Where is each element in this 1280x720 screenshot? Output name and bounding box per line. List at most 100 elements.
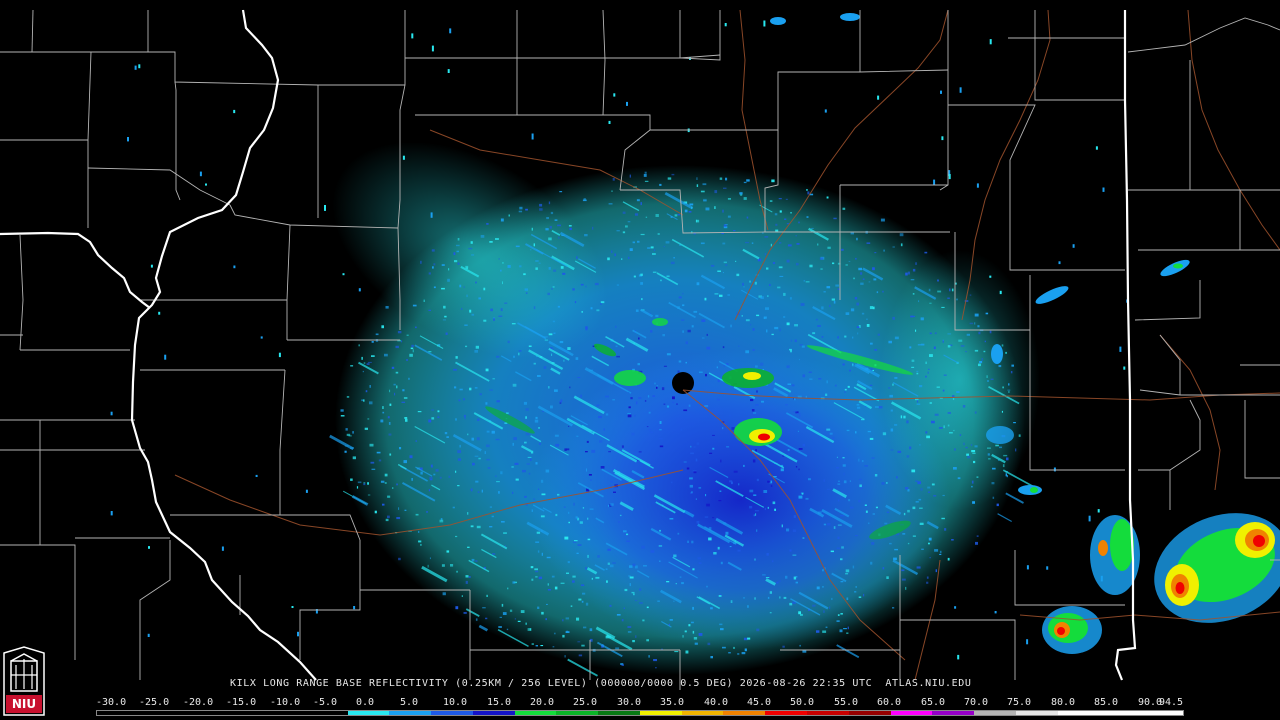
- echo-speck: [762, 574, 766, 576]
- clutter-speck: [824, 109, 827, 113]
- echo-speck: [644, 400, 647, 402]
- clutter-speck: [1123, 366, 1126, 370]
- echo-speck: [574, 540, 578, 542]
- echo-speck: [868, 281, 871, 283]
- echo-speck: [384, 473, 388, 477]
- echo-speck: [874, 252, 877, 254]
- clutter-speck: [1119, 346, 1122, 352]
- echo-speck: [389, 389, 391, 393]
- echo-speck: [574, 301, 577, 304]
- echo-speck: [941, 517, 945, 520]
- echo-speck: [643, 174, 647, 177]
- echo-speck: [1003, 454, 1008, 457]
- echo-speck: [916, 370, 919, 372]
- clutter-speck: [957, 654, 960, 660]
- echo-speck: [398, 557, 401, 561]
- echo-speck: [849, 506, 854, 509]
- echo-speck: [562, 619, 564, 622]
- echo-speck: [869, 437, 874, 440]
- echo-speck: [806, 189, 808, 191]
- echo-speck: [786, 259, 790, 263]
- echo-speck: [415, 326, 417, 329]
- echo-speck: [380, 480, 385, 483]
- echo-speck: [976, 476, 979, 478]
- echo-speck: [589, 508, 594, 510]
- scale-swatch: [222, 711, 265, 715]
- echo-speck: [987, 447, 991, 449]
- radar-map[interactable]: [0, 0, 1280, 720]
- echo-speck: [450, 564, 454, 567]
- echo-speck: [406, 334, 409, 336]
- echo-speck: [687, 329, 691, 333]
- echo-speck: [865, 510, 868, 513]
- echo-speck: [514, 462, 519, 465]
- echo-speck: [743, 197, 747, 200]
- echo-speck: [485, 368, 489, 372]
- echo-speck: [630, 397, 633, 400]
- echo-speck: [809, 378, 813, 380]
- echo-speck: [470, 525, 474, 528]
- echo-speck: [577, 641, 581, 643]
- echo-speck: [756, 478, 759, 482]
- echo-speck: [628, 575, 631, 577]
- echo-speck: [661, 648, 663, 650]
- echo-speck: [491, 430, 495, 434]
- echo-speck: [575, 516, 578, 519]
- echo-speck: [632, 563, 636, 567]
- echo-speck: [920, 488, 923, 491]
- echo-speck: [403, 397, 408, 399]
- echo-speck: [742, 282, 744, 286]
- echo-speck: [621, 664, 624, 666]
- echo-speck: [656, 386, 658, 389]
- echo-speck: [793, 411, 797, 413]
- echo-speck: [714, 206, 716, 209]
- echo-speck: [560, 266, 564, 269]
- echo-speck: [806, 216, 809, 218]
- echo-speck: [673, 257, 675, 259]
- echo-speck: [698, 562, 702, 564]
- echo-speck: [418, 540, 422, 543]
- color-scale-bar: [96, 710, 1184, 716]
- echo-speck: [385, 306, 389, 309]
- echo-speck: [872, 369, 874, 371]
- echo-speck: [669, 518, 674, 520]
- scale-swatch: [1141, 711, 1183, 715]
- echo-speck: [533, 306, 536, 310]
- scale-swatch: [431, 711, 473, 715]
- echo-speck: [717, 379, 720, 383]
- echo-speck: [854, 297, 858, 300]
- echo-speck: [928, 288, 931, 292]
- echo-speck: [855, 586, 857, 588]
- echo-speck: [429, 476, 433, 480]
- echo-speck: [841, 546, 844, 549]
- scale-swatch: [681, 711, 724, 715]
- echo-speck: [794, 324, 798, 327]
- echo-speck: [972, 452, 976, 454]
- echo-speck: [861, 460, 864, 463]
- clutter-speck: [164, 354, 167, 360]
- echo-speck: [437, 416, 440, 418]
- echo-speck: [882, 290, 884, 293]
- echo-speck: [683, 461, 687, 463]
- echo-speck: [486, 223, 489, 225]
- echo-speck: [775, 229, 779, 232]
- echo-speck: [523, 401, 527, 405]
- echo-speck: [889, 394, 893, 398]
- echo-speck: [673, 600, 675, 602]
- scale-swatch: [556, 711, 599, 715]
- echo-speck: [805, 281, 810, 283]
- echo-speck: [634, 414, 636, 417]
- echo-speck: [779, 596, 781, 599]
- echo-speck: [845, 264, 848, 266]
- echo-speck: [535, 267, 538, 270]
- echo-speck: [894, 336, 899, 340]
- echo-speck: [973, 460, 976, 464]
- echo-speck: [801, 345, 805, 348]
- echo-speck: [783, 596, 787, 599]
- echo-speck: [546, 217, 549, 220]
- echo-speck: [597, 555, 600, 558]
- echo-speck: [622, 211, 626, 214]
- echo-speck: [910, 279, 915, 281]
- echo-speck: [461, 307, 463, 310]
- scale-swatch: [180, 711, 223, 715]
